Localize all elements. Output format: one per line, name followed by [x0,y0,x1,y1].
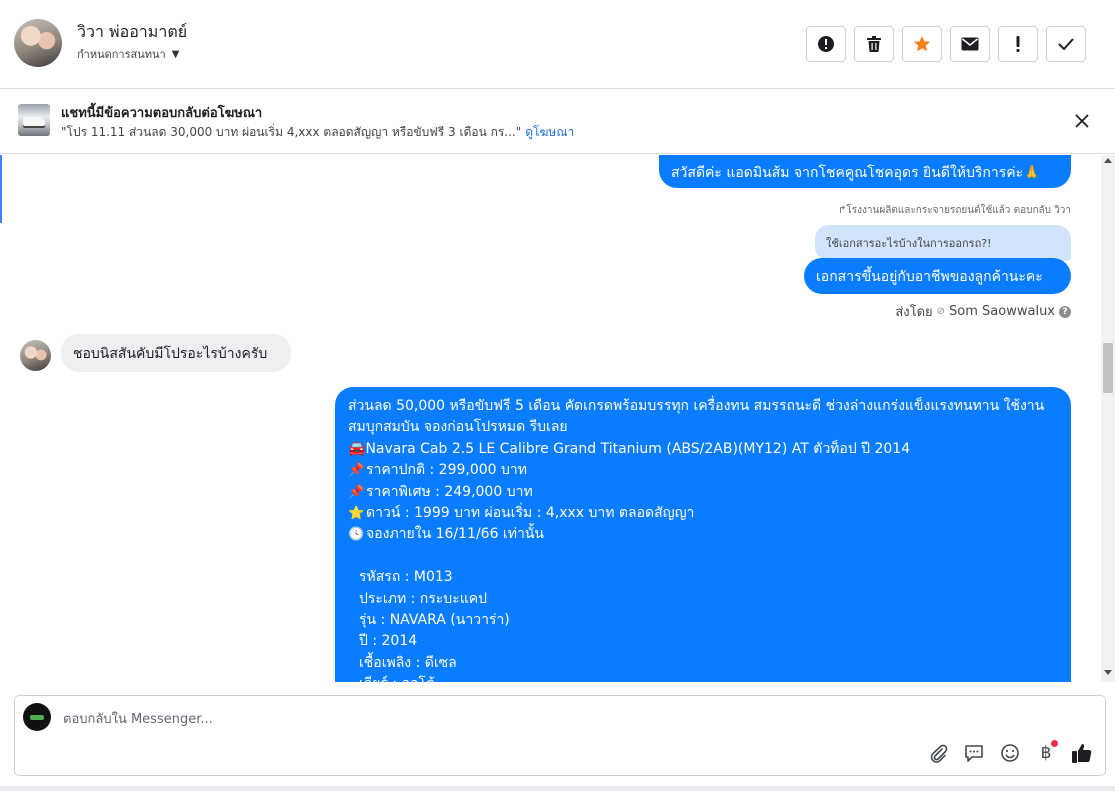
conversation-actions [806,26,1086,62]
promo-car-type: ประเภท : กระบะแคป [359,590,487,607]
thread-scrollbar[interactable] [1101,155,1115,682]
payment-button[interactable]: ฿ [1033,740,1059,766]
promo-car-year: ปี : 2014 [359,633,418,650]
exclamation-icon [1016,36,1020,52]
verified-check-icon: ⊘ [936,306,946,317]
thumbs-up-icon [1072,744,1092,763]
assign-conversation-label: กำหนดการสนทนา [77,48,166,61]
promo-deadline-line: 🕓 จองภายใน 16/11/66 เท่านั้น [348,524,1058,545]
trash-icon [867,36,881,52]
outgoing-message-documents[interactable]: เอกสารขึ้นอยู่กับอาชีพของลูกค้านะคะ [804,258,1071,294]
promo-fuel: เชื้อเพลิง : ดีเซล [359,654,457,671]
reply-input[interactable]: ตอบกลับใน Messenger... [63,708,213,729]
ad-banner-title: แชทนี้มีข้อความตอบกลับต่อโฆษณา [61,106,263,121]
promo-intro: ส่วนลด 50,000 หรือขับฟรี 5 เดือน คัดเกรด… [348,398,1045,436]
promo-model-line: 🚘Navara Cab 2.5 LE Calibre Grand Titaniu… [348,439,1058,460]
close-icon [1075,114,1089,128]
promo-down-payment: ดาวน์ : 1999 บาท ผ่อนเริ่ม : 4,xxx บาท ต… [366,505,695,522]
pin-emoji-icon: 📌 [348,484,365,500]
contact-avatar[interactable] [14,19,62,67]
star-button[interactable] [902,26,942,62]
scrollbar-thumb[interactable] [1103,343,1113,393]
mark-spam-button[interactable] [806,26,846,62]
ad-quote-text: "โปร 11.11 ส่วนลด 30,000 บาท ผ่อนเริ่ม 4… [61,125,522,139]
messenger-inbox-app: วิวา พ่ออามาตย์ กำหนดการสนทนา ▼ แชทนี้มี… [0,0,1115,791]
sender-avatar [20,340,51,371]
help-icon[interactable]: ? [1059,305,1071,318]
quoted-message[interactable]: ใช้เอกสารอะไรบ้างในการออกรถ?! [815,225,1071,261]
promo-special-price-line: 📌 ราคาพิเศษ : 249,000 บาท [348,482,1058,503]
scroll-up-arrow-icon[interactable] [1104,158,1112,163]
incoming-message[interactable]: ชอบนิสสันคับมีโปรอะไรบ้างครับ [61,334,291,372]
outgoing-message-promo[interactable]: ส่วนลด 50,000 หรือขับฟรี 5 เดือน คัดเกรด… [335,387,1071,727]
promo-model: Navara Cab 2.5 LE Calibre Grand Titanium… [365,440,911,457]
check-icon [1058,38,1074,50]
page-bottom-edge [0,786,1115,791]
emoji-icon [1001,744,1019,762]
promo-normal-price: ราคาปกติ : 299,000 บาท [366,462,527,479]
view-ad-link[interactable]: ดูโฆษณา [525,125,574,139]
thread-focus-accent [0,155,2,223]
contact-name[interactable]: วิวา พ่ออามาตย์ [77,20,187,45]
promo-deadline: จองภายใน 16/11/66 เท่านั้น [366,526,544,543]
paperclip-icon [930,744,948,763]
scroll-down-arrow-icon[interactable] [1104,670,1112,675]
reply-context-note: ↱โรงงานผลิตและกระจายรถยนต์ใช้แล้ว ตอบกลั… [838,205,1071,216]
promo-special-price: ราคาพิเศษ : 249,000 บาท [366,483,533,500]
sent-by-info: ส่งโดย ⊘ Som Saowwalux ? [895,301,1071,322]
close-banner-button[interactable] [1071,110,1093,132]
attach-button[interactable] [925,740,951,766]
car-emoji-icon: 🚘 [348,440,366,457]
promo-normal-price-line: 📌 ราคาปกติ : 299,000 บาท [348,460,1058,481]
like-button[interactable] [1069,740,1095,766]
outgoing-message-greeting[interactable]: สวัสดีค่ะ แอดมินส้ม จากโชคคูณโชคอุดร ยิน… [659,155,1071,188]
promo-car-code: รหัสรถ : M013 [359,569,453,586]
promo-car-model: รุ่น : NAVARA (นาวาร่า) [359,612,510,629]
pin-emoji-icon: 📌 [348,463,365,479]
mark-done-button[interactable] [1046,26,1086,62]
alert-circle-icon [818,36,834,52]
star-icon [914,36,930,52]
envelope-icon [961,37,979,51]
page-avatar [23,703,51,731]
sent-by-label: ส่งโดย [895,305,933,320]
promo-down-payment-line: ⭐ ดาวน์ : 1999 บาท ผ่อนเริ่ม : 4,xxx บาท … [348,503,1058,524]
ad-banner-text: "โปร 11.11 ส่วนลด 30,000 บาท ผ่อนเริ่ม 4… [61,123,574,142]
saved-reply-icon [965,745,983,762]
composer-tools: ฿ [925,739,1095,767]
saved-replies-button[interactable] [961,740,987,766]
caret-down-icon: ▼ [171,48,180,60]
notification-dot [1051,740,1058,747]
follow-up-button[interactable] [998,26,1038,62]
baht-icon: ฿ [1040,743,1052,763]
ad-thumbnail-image[interactable] [18,104,50,136]
mark-unread-button[interactable] [950,26,990,62]
clock-emoji-icon: 🕓 [348,527,365,543]
sent-by-name: Som Saowwalux [949,304,1055,319]
assign-conversation-dropdown[interactable]: กำหนดการสนทนา ▼ [77,45,179,63]
star-emoji-icon: ⭐ [348,506,365,522]
delete-button[interactable] [854,26,894,62]
emoji-button[interactable] [997,740,1023,766]
